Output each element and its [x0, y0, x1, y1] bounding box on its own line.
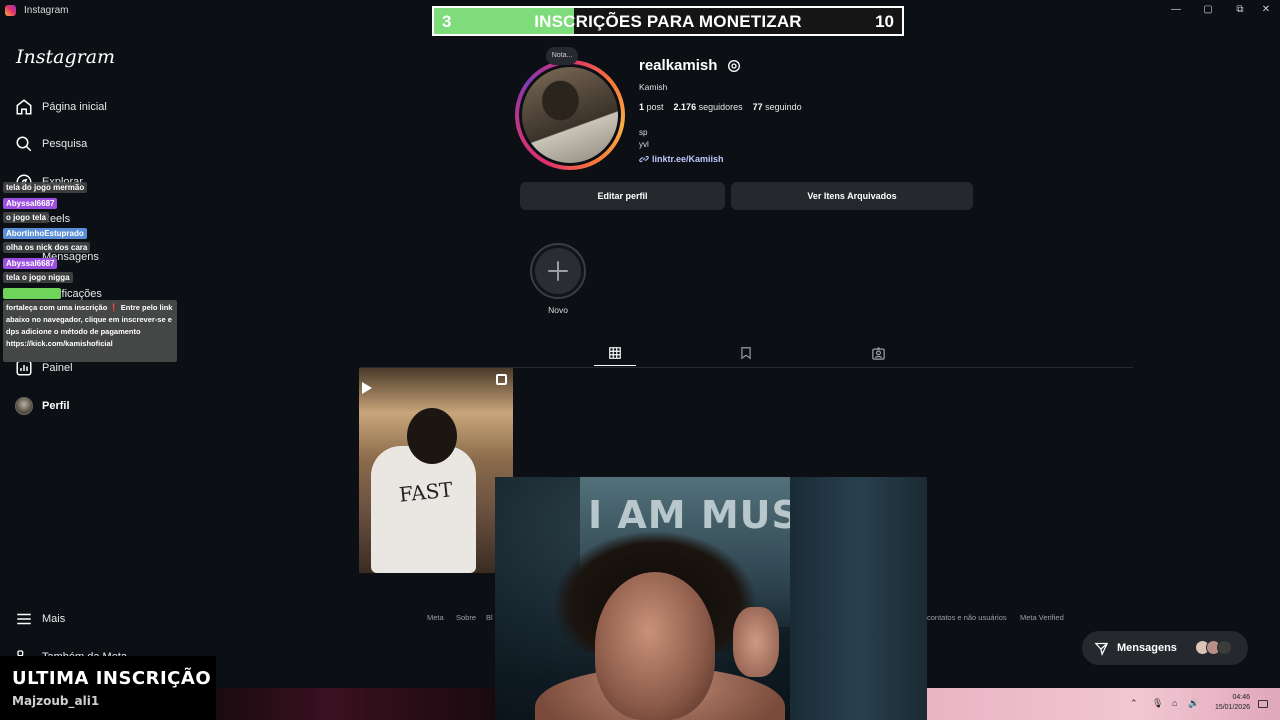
profile-username: realkamish	[639, 57, 718, 74]
following-count[interactable]: 77 seguindo	[753, 102, 802, 112]
notification-icon[interactable]	[1258, 700, 1268, 708]
chevron-up-icon[interactable]: ⌃	[1130, 698, 1138, 709]
messages-button[interactable]: Mensagens	[1082, 631, 1248, 665]
nav-profile-label: Perfil	[42, 400, 70, 412]
footer-link[interactable]: Sobre	[456, 613, 476, 622]
profile-avatar-icon	[14, 396, 34, 416]
instagram-app-icon	[5, 5, 16, 16]
chat-message: tela do jogo mermão	[3, 182, 88, 193]
nav-home[interactable]: Página inicial	[14, 93, 107, 121]
instagram-logo[interactable]: Instagram	[16, 46, 115, 68]
last-subscriber-title: ULTIMA INSCRIÇÃO	[12, 668, 212, 689]
bio-line: sp	[639, 128, 648, 137]
footer-link[interactable]: contatos e não usuários	[927, 613, 1007, 622]
gear-icon[interactable]	[726, 58, 742, 74]
clock-date: 15/01/2026	[1214, 704, 1250, 711]
subscription-goal-bar: 3 INSCRIÇÕES PARA MONETIZAR 10	[432, 6, 904, 36]
network-icon[interactable]: ⌂	[1172, 698, 1177, 708]
new-highlight-label: Novo	[548, 305, 568, 315]
goal-target: 10	[875, 12, 894, 31]
tab-posts[interactable]	[594, 340, 636, 366]
tab-saved[interactable]	[725, 340, 767, 366]
chat-message: olha os nick dos cara	[3, 242, 91, 253]
footer-link[interactable]: Meta Verified	[1020, 613, 1064, 622]
bookmark-icon	[741, 347, 751, 360]
speaker-icon[interactable]: 🔊	[1188, 698, 1199, 709]
chat-username: Abyssal6687	[3, 198, 58, 209]
home-icon	[14, 97, 34, 117]
nav-more-label: Mais	[42, 613, 66, 625]
profile-picture[interactable]	[519, 64, 621, 166]
followers-count[interactable]: 2.176 seguidores	[674, 102, 743, 112]
grid-icon	[609, 346, 621, 359]
profile-full-name: Kamish	[639, 82, 668, 92]
webcam-wall	[790, 477, 927, 720]
chat-username: Abyssal6687	[3, 258, 58, 269]
tagged-icon	[871, 346, 885, 360]
close-button[interactable]: ✕	[1256, 3, 1276, 17]
clock-time: 04:46	[1232, 694, 1250, 701]
tab-tagged[interactable]	[857, 340, 899, 366]
messages-avatars	[1195, 640, 1232, 655]
menu-icon	[14, 609, 34, 629]
post-image-shirt	[371, 446, 476, 573]
messages-label: Mensagens	[1117, 642, 1177, 654]
maximize-button[interactable]: ▢	[1198, 3, 1218, 17]
bio-link[interactable]: linktr.ee/Kamiish	[639, 154, 724, 164]
chat-message: o jogo tela	[3, 212, 49, 223]
chat-bot-badge	[3, 288, 61, 299]
webcam-hand	[733, 607, 779, 677]
nav-home-label: Página inicial	[42, 101, 107, 113]
minimize-button[interactable]: —	[1166, 3, 1186, 17]
goal-title: INSCRIÇÕES PARA MONETIZAR	[534, 12, 802, 31]
webcam-overlay: I AM MUSIC	[495, 477, 927, 720]
note-bubble[interactable]: Nota...	[546, 47, 578, 65]
post-thumbnail[interactable]: FAST	[359, 368, 513, 573]
chat-announcement: fortaleça com uma inscrição ❗ Entre pelo…	[3, 300, 177, 362]
footer-link[interactable]: Meta	[427, 613, 444, 622]
nav-profile[interactable]: Perfil	[14, 392, 70, 420]
post-image-head	[407, 408, 457, 464]
chat-message: tela o jogo nigga	[3, 272, 73, 283]
avatar	[1217, 640, 1232, 655]
nav-search-label: Pesquisa	[42, 138, 88, 150]
plus-icon	[548, 261, 568, 281]
profile-stats: 1 post 2.176 seguidores 77 seguindo	[639, 102, 802, 112]
taskbar-strip	[216, 688, 495, 720]
bio-link-text: linktr.ee/Kamiish	[652, 154, 724, 164]
search-icon	[14, 134, 34, 154]
bio-line: yvl	[639, 140, 649, 149]
nav-more[interactable]: Mais	[14, 605, 65, 633]
restore-button[interactable]: ⧉	[1230, 3, 1250, 17]
link-icon	[639, 155, 649, 163]
new-highlight-button[interactable]	[530, 243, 586, 299]
webcam-face	[595, 572, 715, 720]
edit-profile-button[interactable]: Editar perfil	[520, 182, 725, 210]
nav-dashboard-label: Painel	[42, 362, 73, 374]
carousel-icon	[496, 374, 507, 385]
send-icon	[1094, 642, 1109, 656]
footer-link[interactable]: Bl	[486, 613, 493, 622]
posts-count: 1 post	[639, 102, 664, 112]
taskbar-clock[interactable]: 04:46 15/01/2026	[1215, 693, 1250, 713]
last-subscriber-name: Majzoub_ali1	[12, 694, 100, 708]
view-archive-button[interactable]: Ver Itens Arquivados	[731, 182, 973, 210]
nav-search[interactable]: Pesquisa	[14, 130, 87, 158]
window-title: Instagram	[24, 5, 69, 16]
chat-username: AbortinhoEstuprado	[3, 228, 87, 239]
reel-icon	[362, 382, 372, 394]
microphone-icon[interactable]: 🎙	[1152, 698, 1163, 709]
